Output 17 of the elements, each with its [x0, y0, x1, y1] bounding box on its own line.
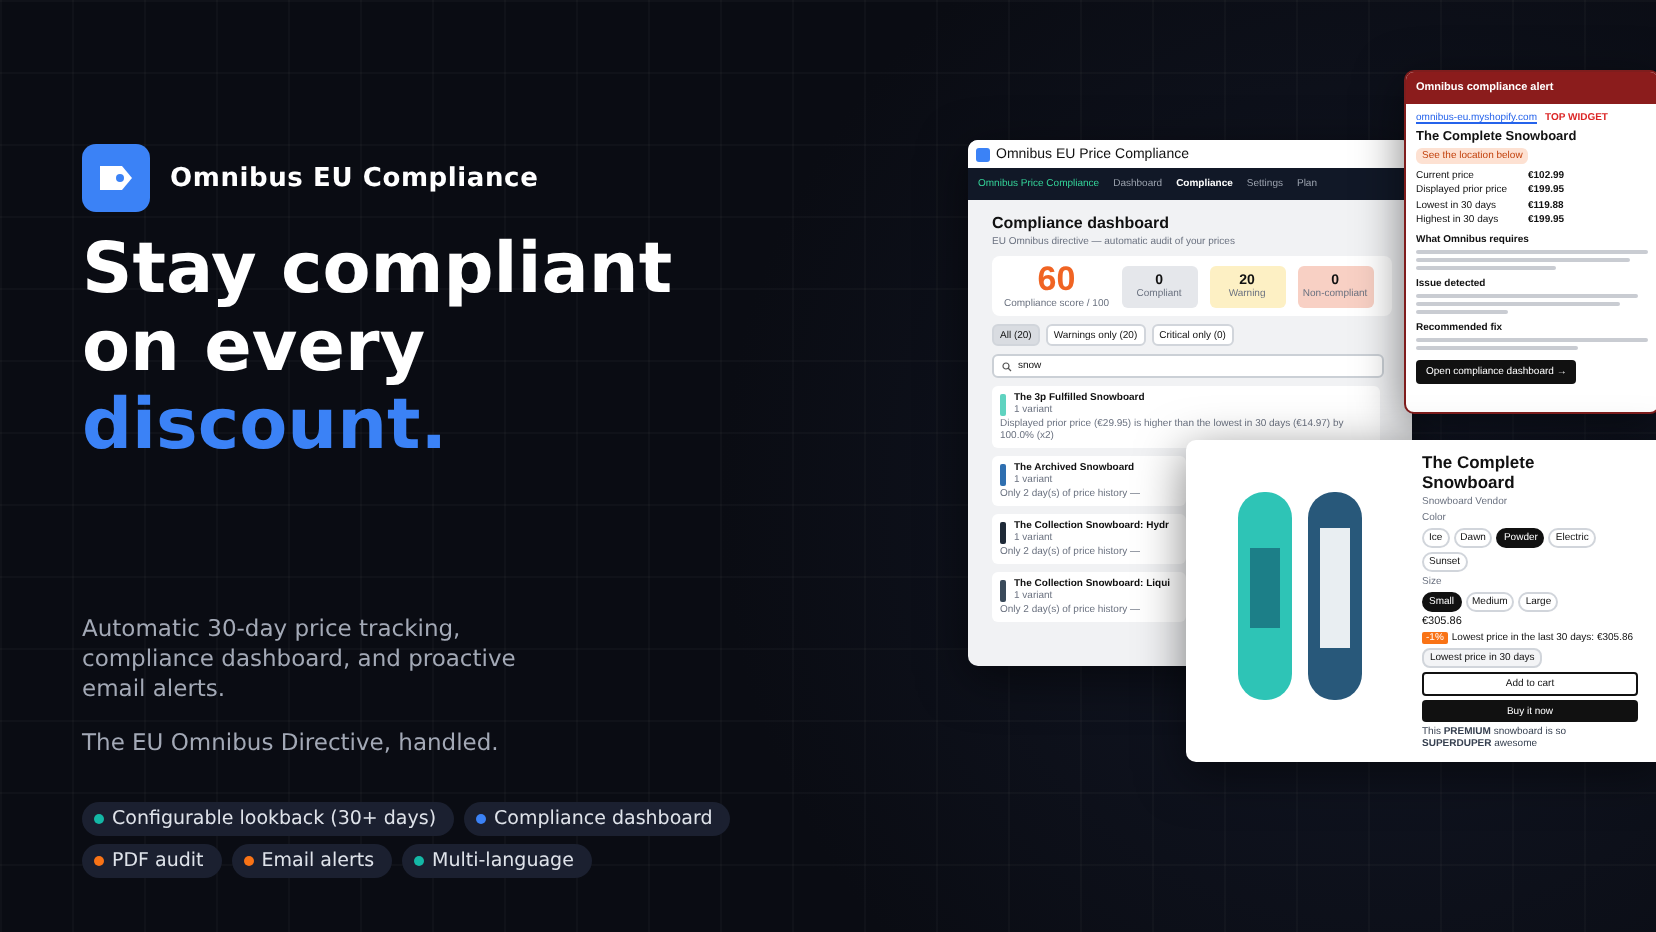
tagline-text: The EU Omnibus Directive, handled.: [82, 728, 501, 756]
score-value: 60: [1037, 262, 1076, 298]
page-title: Compliance dashboard: [992, 214, 1171, 232]
brand-name: Omnibus EU Compliance: [170, 163, 539, 193]
product-title: The Complete Snowboard: [1422, 452, 1537, 492]
description-text: Automatic 30-day price tracking, compliance dashboard, and proactive email alerts.: [82, 614, 518, 704]
feature-chip: Email alerts: [231, 844, 393, 878]
headline-line: Stay compliant: [82, 232, 675, 310]
feature-chip: Configurable lookback (30+ days): [82, 802, 455, 836]
headline-line: on every: [82, 310, 428, 388]
feature-chip: Compliance dashboard: [464, 802, 731, 836]
search-icon: [1002, 361, 1012, 371]
headline-accent: discount.: [82, 388, 450, 466]
logo-icon: [82, 144, 150, 212]
app-icon: [976, 147, 990, 161]
feature-chip: Multi-language: [402, 844, 592, 878]
feature-chip: PDF audit: [82, 844, 222, 878]
